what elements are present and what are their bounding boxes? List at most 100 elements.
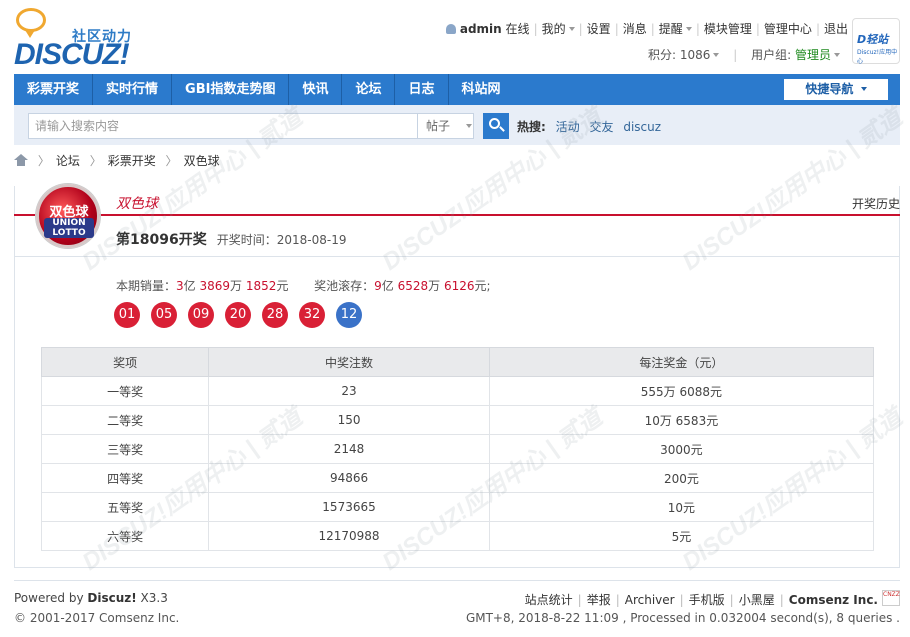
divider xyxy=(15,256,899,257)
user-bar: admin 在线 | 我的 | 设置 | 消息 | 提醒 | 模块管理 | 管理中心 | 退出 xyxy=(445,20,848,37)
red-ball: 05 xyxy=(151,302,177,328)
prize-amount: 3000元 xyxy=(488,434,875,464)
my-menu[interactable]: 我的 xyxy=(542,22,575,36)
prize-amount: 5元 xyxy=(488,521,875,551)
column-header: 每注奖金（元） xyxy=(488,347,875,377)
messages-link[interactable]: 消息 xyxy=(623,22,647,36)
search-button[interactable] xyxy=(483,113,509,139)
lottery-name: 双色球 xyxy=(116,196,158,212)
footer-link-blacklist[interactable]: 小黑屋 xyxy=(739,593,775,607)
nav-item-news[interactable]: 快讯 xyxy=(288,74,341,105)
issue-title: 第18096开奖 开奖时间：2018-08-19 xyxy=(116,232,347,248)
breadcrumb-forum[interactable]: 论坛 xyxy=(56,154,80,168)
prize-level: 四等奖 xyxy=(40,463,210,493)
chevron-down-icon xyxy=(466,124,473,128)
prize-level: 一等奖 xyxy=(40,376,210,406)
nav-item-forum[interactable]: 论坛 xyxy=(341,74,394,105)
history-link[interactable]: 开奖历史 xyxy=(852,195,900,212)
breadcrumb-current: 双色球 xyxy=(183,154,220,168)
site-header: 社区动力 DISCUZ! admin 在线 | 我的 | 设置 | 消息 | 提醒 | 模块管理 | 管… xyxy=(0,0,910,74)
table-row: 六等奖 12170988 5元 xyxy=(40,521,875,551)
search-bar: 请输入搜索内容 帖子 热搜: 活动 交友 discuz xyxy=(14,105,900,145)
prize-amount: 200元 xyxy=(488,463,875,493)
app-center-badge[interactable]: D轻站 Discuz!应用中心 xyxy=(852,18,900,65)
username-link[interactable]: admin xyxy=(460,22,502,36)
nav-item-blog[interactable]: 日志 xyxy=(394,74,447,105)
admin-center-link[interactable]: 管理中心 xyxy=(764,22,812,36)
footer-links: 站点统计 | 举报 | Archiver | 手机版 | 小黑屋 | Comsenz Inc. xyxy=(524,593,878,607)
search-type-select[interactable]: 帖子 xyxy=(418,113,474,139)
search-input[interactable]: 请输入搜索内容 xyxy=(28,113,418,139)
prize-table: 奖项 中奖注数 每注奖金（元） 一等奖 23 555万 6088元 二等奖 15… xyxy=(40,347,875,551)
hot-search: 热搜: 活动 交友 discuz xyxy=(517,120,662,134)
red-ball: 32 xyxy=(299,302,325,328)
copyright: © 2001-2017 Comsenz Inc. xyxy=(14,611,180,625)
home-icon[interactable] xyxy=(14,154,28,166)
winner-count: 2148 xyxy=(208,434,490,464)
footer-link-archiver[interactable]: Archiver xyxy=(625,593,675,607)
chevron-down-icon xyxy=(713,53,720,57)
table-row: 一等奖 23 555万 6088元 xyxy=(40,376,875,406)
chevron-down-icon xyxy=(834,53,840,57)
user-stats: 积分: 1086 | 用户组: 管理员 xyxy=(648,46,840,63)
footer-link-mobile[interactable]: 手机版 xyxy=(689,593,725,607)
main-nav: 彩票开奖 实时行情 GBI指数走势图 快讯 论坛 日志 科站网 快捷导航 xyxy=(14,74,900,105)
nav-item-market[interactable]: 实时行情 xyxy=(92,74,171,105)
table-header-row: 奖项 中奖注数 每注奖金（元） xyxy=(40,347,875,377)
winner-count: 150 xyxy=(208,405,490,435)
hot-search-link[interactable]: 活动 xyxy=(556,120,580,134)
footer-link-report[interactable]: 举报 xyxy=(587,593,611,607)
red-ball: 20 xyxy=(225,302,251,328)
draw-date: 开奖时间：2018-08-19 xyxy=(216,233,347,247)
user-icon xyxy=(445,24,456,34)
nav-item-kezhan[interactable]: 科站网 xyxy=(447,74,514,105)
table-row: 三等奖 2148 3000元 xyxy=(40,434,875,464)
nav-item-gbi[interactable]: GBI指数走势图 xyxy=(171,74,288,105)
winning-numbers: 01 05 09 20 28 32 12 xyxy=(114,302,373,328)
chevron-down-icon xyxy=(568,27,575,31)
panel-top-line xyxy=(14,214,900,216)
winner-count: 1573665 xyxy=(208,492,490,522)
lottery-logo: 双色球 UNION LOTTO xyxy=(36,184,100,248)
quick-nav-button[interactable]: 快捷导航 xyxy=(784,79,888,100)
user-group-menu[interactable]: 用户组: 管理员 xyxy=(751,48,840,62)
prize-amount: 555万 6088元 xyxy=(488,376,875,406)
breadcrumb-lottery[interactable]: 彩票开奖 xyxy=(108,154,156,168)
red-ball: 09 xyxy=(188,302,214,328)
logo-en-text: DISCUZ! xyxy=(14,38,130,71)
logout-link[interactable]: 退出 xyxy=(824,22,848,36)
powered-by: Powered by Discuz! X3.3 xyxy=(14,591,168,605)
prize-level: 三等奖 xyxy=(40,434,210,464)
breadcrumb: 〉论坛 〉彩票开奖 〉双色球 xyxy=(14,152,220,170)
red-ball: 01 xyxy=(114,302,140,328)
site-logo[interactable]: 社区动力 DISCUZ! xyxy=(14,6,144,71)
prize-level: 六等奖 xyxy=(40,521,210,551)
footer-divider xyxy=(14,580,900,581)
red-ball: 28 xyxy=(262,302,288,328)
logo-bubble-icon xyxy=(16,8,46,38)
table-row: 四等奖 94866 200元 xyxy=(40,463,875,493)
comsenz-link[interactable]: Comsenz Inc. xyxy=(789,593,878,607)
column-header: 中奖注数 xyxy=(208,347,490,377)
hot-search-link[interactable]: discuz xyxy=(623,120,661,134)
winner-count: 94866 xyxy=(208,463,490,493)
settings-link[interactable]: 设置 xyxy=(587,22,611,36)
winner-count: 12170988 xyxy=(208,521,490,551)
table-row: 二等奖 150 10万 6583元 xyxy=(40,405,875,435)
sales-info: 本期销量：3亿 3869万 1852元 奖池滚存：9亿 6528万 6126元; xyxy=(116,279,491,293)
cnzz-icon[interactable]: CNZZ xyxy=(882,590,900,606)
discuz-link[interactable]: Discuz! xyxy=(87,591,136,605)
winner-count: 23 xyxy=(208,376,490,406)
notifications-menu[interactable]: 提醒 xyxy=(659,22,692,36)
column-header: 奖项 xyxy=(40,347,210,377)
nav-item-lottery[interactable]: 彩票开奖 xyxy=(14,74,92,105)
table-row: 五等奖 1573665 10元 xyxy=(40,492,875,522)
points-menu[interactable]: 积分: 1086 xyxy=(648,48,720,62)
module-admin-link[interactable]: 模块管理 xyxy=(704,22,752,36)
footer-link-stats[interactable]: 站点统计 xyxy=(525,593,573,607)
blue-ball: 12 xyxy=(336,302,362,328)
page-stats: GMT+8, 2018-8-22 11:09 , Processed in 0.… xyxy=(465,611,900,625)
prize-amount: 10元 xyxy=(488,492,875,522)
prize-level: 二等奖 xyxy=(40,405,210,435)
hot-search-link[interactable]: 交友 xyxy=(589,120,613,134)
